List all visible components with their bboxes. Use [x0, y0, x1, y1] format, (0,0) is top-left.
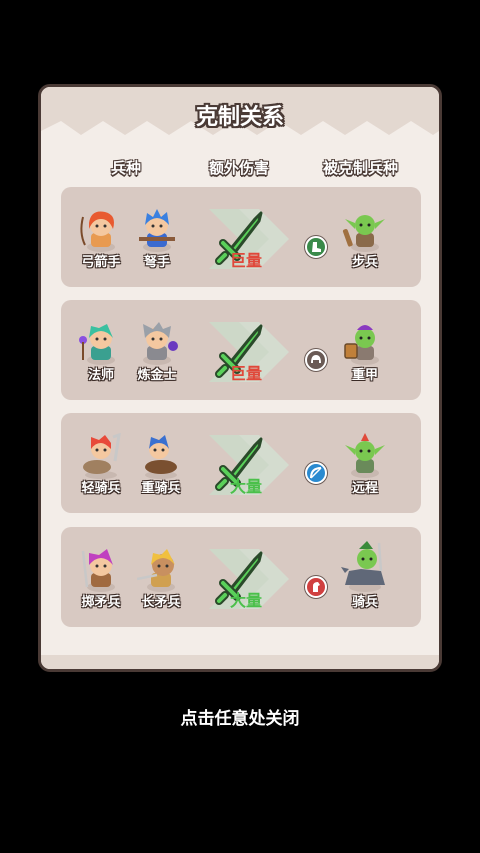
goblin-wolf-rider-icon [341, 541, 385, 592]
counter-row: 法师 炼金士 巨量 重甲 [61, 300, 421, 400]
helmet-icon [305, 349, 327, 371]
extra-damage-label: 巨量 [229, 251, 262, 270]
mage-avatar-icon [79, 324, 115, 365]
unit-label: 长矛兵 [141, 595, 181, 610]
extra-damage-indicator: 巨量 [189, 199, 309, 279]
goblin-ranged-icon [345, 433, 385, 478]
unit-cavalry: 骑兵 [337, 541, 393, 610]
counter-relation-panel: 克制关系 兵种 额外伤害 被克制兵种 弓箭手 弩手 巨量 步兵 法师 炼金士 巨… [38, 84, 442, 672]
unit-label: 远程 [351, 481, 378, 496]
unit-infantry: 步兵 [337, 207, 393, 270]
column-header-unit: 兵种 [111, 159, 142, 177]
extra-damage-label: 大量 [229, 477, 262, 496]
unit-label: 弓箭手 [81, 255, 121, 270]
unit-ranged: 远程 [337, 433, 393, 496]
tap-anywhere-to-close-hint[interactable]: 点击任意处关闭 [0, 704, 480, 729]
boot-icon [305, 236, 327, 258]
unit-heavy-armor: 重甲 [337, 320, 393, 383]
unit-label: 炼金士 [137, 368, 177, 383]
unit-label: 步兵 [351, 255, 378, 270]
unit-spearman: 长矛兵 [133, 547, 189, 610]
unit-crossbowman: 弩手 [129, 207, 185, 270]
extra-damage-label: 巨量 [229, 364, 262, 383]
counter-row: 弓箭手 弩手 巨量 步兵 [61, 187, 421, 287]
unit-alchemist: 炼金士 [129, 320, 185, 383]
unit-label: 弩手 [143, 255, 170, 270]
unit-label: 轻骑兵 [81, 481, 121, 496]
column-header-countered: 被克制兵种 [323, 159, 399, 177]
extra-damage-indicator: 大量 [189, 539, 309, 619]
unit-label: 掷矛兵 [81, 595, 121, 610]
counter-row: 掷矛兵 长矛兵 大量 骑兵 [61, 527, 421, 627]
crossbowman-avatar-icon [139, 209, 175, 252]
panel-footer [41, 655, 439, 669]
panel-title: 克制关系 [195, 105, 284, 130]
alchemist-avatar-icon [143, 322, 178, 365]
goblin-heavy-armor-icon [344, 325, 379, 365]
unit-label: 重甲 [351, 368, 378, 383]
unit-label: 重骑兵 [141, 481, 181, 496]
unit-heavy-cavalry: 重骑兵 [133, 433, 189, 496]
unit-label: 法师 [87, 368, 114, 383]
bow-icon [305, 462, 327, 484]
heavy-cavalry-avatar-icon [145, 435, 177, 479]
unit-javelin-thrower: 掷矛兵 [73, 547, 129, 610]
extra-damage-indicator: 大量 [189, 425, 309, 505]
goblin-infantry-icon [342, 215, 385, 252]
extra-damage-indicator: 巨量 [189, 312, 309, 392]
extra-damage-label: 大量 [229, 591, 262, 610]
javelin-thrower-avatar-icon [81, 549, 115, 592]
archer-avatar-icon [80, 211, 115, 252]
unit-light-cavalry: 轻骑兵 [73, 433, 129, 496]
unit-mage: 法师 [73, 320, 129, 383]
horse-icon [305, 576, 327, 598]
spearman-avatar-icon [137, 549, 175, 592]
column-header-extra-damage: 额外伤害 [209, 159, 270, 177]
unit-label: 骑兵 [351, 595, 378, 610]
unit-archer: 弓箭手 [73, 207, 129, 270]
light-cavalry-avatar-icon [83, 433, 121, 479]
counter-row: 轻骑兵 重骑兵 大量 远程 [61, 413, 421, 513]
